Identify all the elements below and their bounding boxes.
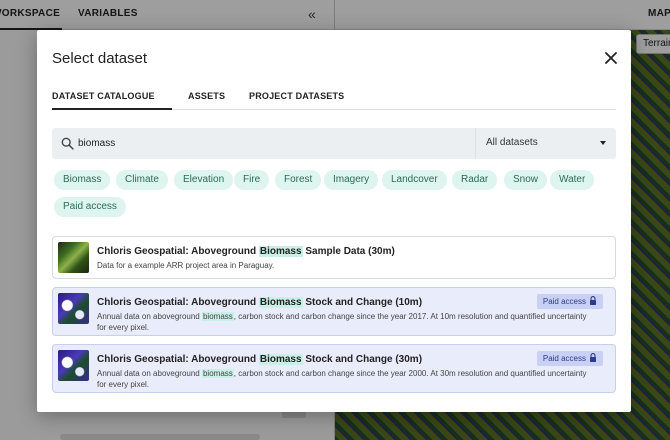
dataset-thumbnail	[58, 293, 89, 324]
dataset-result-item[interactable]: Chloris Geospatial: Aboveground Biomass …	[52, 344, 616, 393]
chip-paid-access[interactable]: Paid access	[54, 197, 126, 217]
chip-climate[interactable]: Climate	[116, 170, 168, 190]
dataset-description: Annual data on aboveground biomass, carb…	[97, 312, 587, 332]
tab-dataset-catalogue[interactable]: DATASET CATALOGUE	[52, 91, 155, 101]
search-highlight: Biomass	[258, 297, 303, 308]
dataset-thumbnail	[58, 350, 89, 381]
dataset-title: Chloris Geospatial: Aboveground Biomass …	[97, 354, 423, 365]
chip-elevation[interactable]: Elevation	[174, 170, 234, 190]
chip-water[interactable]: Water	[550, 170, 595, 190]
dataset-filter-value: All datasets	[486, 137, 538, 148]
select-dataset-dialog: Select dataset DATASET CATALOGUE ASSETS …	[37, 30, 631, 412]
chip-forest[interactable]: Forest	[275, 170, 322, 190]
chip-snow[interactable]: Snow	[504, 170, 548, 190]
dataset-thumbnail	[58, 242, 89, 273]
search-highlight: biomass	[201, 312, 234, 321]
close-icon[interactable]	[603, 50, 619, 66]
chip-imagery[interactable]: Imagery	[324, 170, 379, 190]
dialog-title: Select dataset	[52, 50, 148, 67]
tab-assets[interactable]: ASSETS	[188, 91, 225, 101]
lock-icon	[590, 353, 596, 363]
paid-access-badge: Paid access	[536, 294, 603, 309]
chip-fire[interactable]: Fire	[234, 170, 270, 190]
dataset-description: Annual data on aboveground biomass, carb…	[97, 369, 587, 389]
dataset-description: Data for a example ARR project area in P…	[97, 261, 275, 270]
dataset-filter-select[interactable]: All datasets	[475, 128, 616, 159]
tab-project-datasets[interactable]: PROJECT DATASETS	[249, 91, 344, 101]
dataset-title: Chloris Geospatial: Aboveground Biomass …	[97, 246, 395, 257]
dataset-result-item[interactable]: Chloris Geospatial: Aboveground Biomass …	[52, 287, 616, 336]
dialog-tabs: DATASET CATALOGUE ASSETS PROJECT DATASET…	[52, 86, 616, 110]
active-tab-indicator	[52, 108, 172, 110]
lock-icon	[590, 296, 596, 306]
search-icon	[61, 137, 74, 150]
search-input[interactable]	[78, 132, 468, 155]
search-bar: All datasets	[52, 128, 616, 159]
dataset-result-item[interactable]: Chloris Geospatial: Aboveground Biomass …	[52, 236, 616, 279]
chip-landcover[interactable]: Landcover	[382, 170, 447, 190]
search-highlight: Biomass	[258, 246, 303, 257]
dataset-title: Chloris Geospatial: Aboveground Biomass …	[97, 297, 423, 308]
paid-access-badge: Paid access	[536, 351, 603, 366]
search-highlight: Biomass	[258, 354, 303, 365]
search-highlight: biomass	[201, 369, 234, 378]
chip-radar[interactable]: Radar	[452, 170, 498, 190]
caret-down-icon	[600, 141, 606, 145]
chip-biomass[interactable]: Biomass	[54, 170, 111, 190]
